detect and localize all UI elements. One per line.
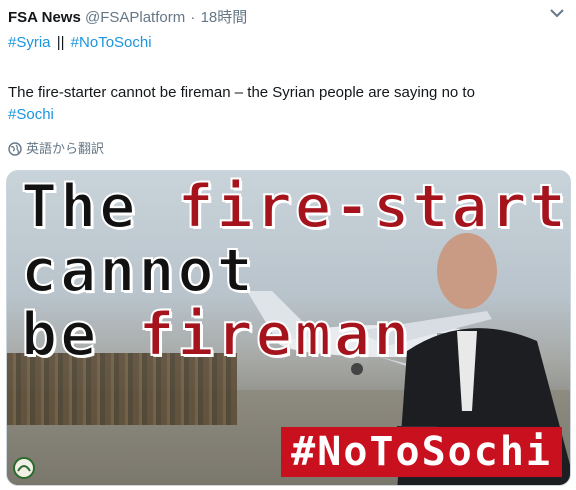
headline-word-be: be (20, 300, 100, 370)
fsa-logo-icon (13, 457, 35, 479)
notosochi-badge: #NoToSochi (281, 427, 562, 477)
translate-link[interactable]: 英語から翻訳 (8, 140, 104, 158)
tweet-text: The fire-starter cannot be fireman – the… (8, 82, 564, 126)
hashtag-notosochi[interactable]: #NoToSochi (71, 34, 152, 51)
globe-icon (8, 142, 22, 156)
headline-word-the: The (20, 172, 139, 242)
hashtag-line: #Syria || #NoToSochi (8, 33, 152, 53)
author-handle[interactable]: @FSAPlatform (85, 9, 185, 26)
separator-dot: · (190, 9, 196, 26)
author-name[interactable]: FSA News (8, 9, 81, 26)
image-headline: The fire-starter cannot be fireman (20, 172, 570, 370)
hashtag-syria[interactable]: #Syria (8, 34, 51, 51)
translate-label: 英語から翻訳 (26, 141, 105, 156)
tweet-body-text: The fire-starter cannot be fireman – the… (8, 84, 475, 101)
headline-word-fireman: fireman (137, 300, 413, 370)
tweet-image[interactable]: The fire-starter cannot be fireman #NoTo… (6, 170, 571, 486)
chevron-down-icon[interactable] (550, 8, 564, 18)
timestamp[interactable]: 18時間 (201, 9, 248, 26)
hashtag-sochi[interactable]: #Sochi (8, 106, 54, 123)
headline-word-cannot: cannot (20, 236, 256, 306)
headline-word-fire-starter: fire-starter (176, 172, 570, 242)
tweet-header: FSA News @FSAPlatform · 18時間 (8, 8, 247, 28)
hashtag-separator: || (56, 34, 65, 51)
